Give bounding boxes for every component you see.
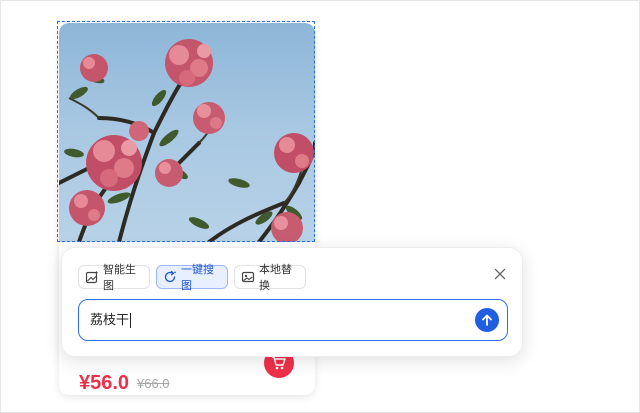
flower-photo (59, 23, 315, 242)
arrow-up-icon (482, 314, 492, 326)
search-input-text[interactable]: 荔枝干 (90, 300, 132, 339)
image-replace-icon (241, 270, 255, 284)
close-icon (494, 268, 506, 280)
tab-ai-generate-label: 智能生图 (103, 264, 136, 292)
image-sparkle-icon (85, 270, 99, 284)
product-image[interactable] (59, 23, 315, 242)
text-caret (130, 313, 132, 329)
tab-local-replace-label: 本地替换 (259, 264, 292, 292)
price-original: ¥66.0 (137, 376, 170, 391)
tab-local-replace[interactable]: 本地替换 (234, 264, 306, 292)
refresh-search-icon (163, 270, 177, 284)
image-action-popup: 智能生图 一键搜图 本地替换 荔枝干 (61, 247, 523, 357)
price-row: ¥56.0 ¥66.0 (79, 368, 299, 395)
tab-one-click-search-label: 一键搜图 (181, 264, 214, 292)
search-input[interactable]: 荔枝干 (78, 299, 508, 341)
send-button[interactable] (475, 308, 499, 332)
tab-ai-generate[interactable]: 智能生图 (78, 264, 150, 292)
price-current: ¥56.0 (79, 372, 130, 394)
canvas: ¥56.0 ¥66.0 智能生图 一键搜图 本地替换 荔枝干 (0, 0, 640, 413)
close-button[interactable] (492, 266, 508, 282)
tab-one-click-search[interactable]: 一键搜图 (156, 264, 228, 292)
search-input-value: 荔枝干 (90, 312, 130, 327)
